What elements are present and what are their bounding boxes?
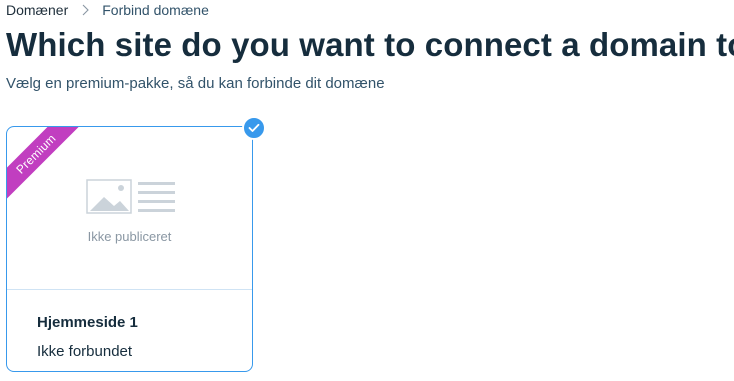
page-subtitle: Vælg en premium-pakke, så du kan forbind… <box>6 75 385 92</box>
breadcrumb: Domæner Forbind domæne <box>6 2 209 18</box>
page-title: Which site do you want to connect a doma… <box>6 26 734 63</box>
site-name: Hjemmeside 1 <box>37 314 138 331</box>
breadcrumb-item-connect-domain: Forbind domæne <box>102 2 209 18</box>
breadcrumb-item-domains[interactable]: Domæner <box>6 2 68 18</box>
publish-status: Ikke publiceret <box>87 229 172 244</box>
premium-ribbon: Premium <box>7 127 84 202</box>
checkmark-icon <box>242 116 266 140</box>
connection-status: Ikke forbundet <box>37 343 133 360</box>
site-preview: Premium Ikke publiceret <box>7 127 252 290</box>
image-placeholder-icon <box>86 179 178 220</box>
chevron-right-icon <box>82 4 90 16</box>
site-card[interactable]: Premium Ikke publiceret Hjemmeside 1 Ikk… <box>6 126 253 372</box>
